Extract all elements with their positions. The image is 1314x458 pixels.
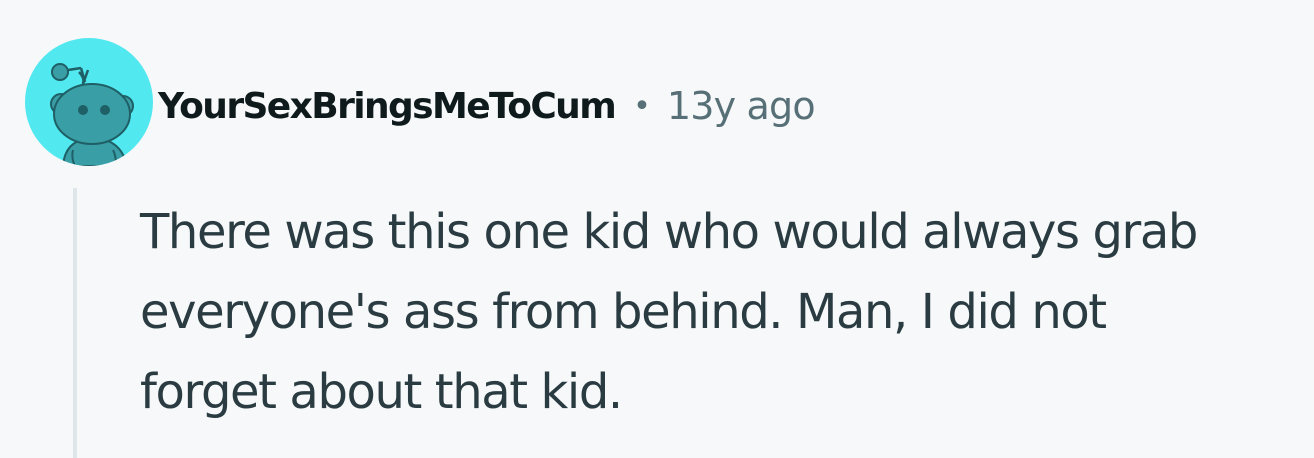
comment-body-line: forget about that kid.	[140, 364, 623, 420]
user-avatar[interactable]	[25, 38, 153, 166]
comment-body-line: There was this one kid who would always …	[140, 204, 1198, 260]
comment-body-line: everyone's ass from behind. Man, I did n…	[140, 284, 1107, 340]
comment-body: There was this one kid who would always …	[140, 192, 1300, 432]
meta-separator: •	[633, 88, 651, 124]
username-link[interactable]: YourSexBringsMeToCum	[158, 86, 617, 127]
thread-collapse-line[interactable]	[73, 188, 77, 458]
comment-header: YourSexBringsMeToCum • 13y ago	[158, 80, 816, 132]
snoo-avatar-icon	[25, 38, 153, 166]
comment-timestamp[interactable]: 13y ago	[667, 84, 816, 128]
comment: YourSexBringsMeToCum • 13y ago There was…	[0, 0, 1314, 458]
